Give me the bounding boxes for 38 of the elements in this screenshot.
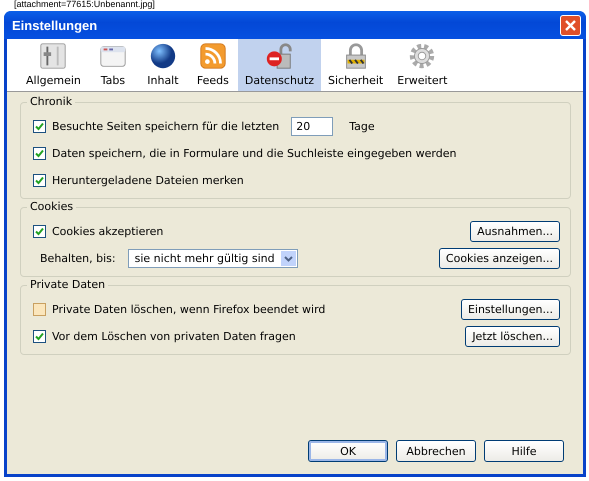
checkbox-label: Cookies akzeptieren: [52, 225, 164, 238]
checkbox-label: Vor dem Löschen von privaten Daten fragen: [52, 330, 296, 343]
checkbox[interactable]: [33, 303, 46, 316]
dialog-button[interactable]: Cookies anzeigen...: [438, 248, 560, 269]
group-title: Cookies: [27, 200, 76, 213]
toolbar-tab[interactable]: Erweitert: [390, 39, 454, 91]
checkbox[interactable]: [33, 330, 46, 343]
dialog-button[interactable]: Einstellungen...: [460, 299, 560, 320]
toolbar-tab[interactable]: Datenschutz: [238, 39, 321, 91]
group-title: Private Daten: [27, 278, 108, 291]
toolbar-tab[interactable]: Sicherheit: [320, 39, 390, 91]
chevron-down-icon: [284, 256, 293, 262]
toolbar-tab[interactable]: Tabs: [88, 39, 138, 91]
checkbox[interactable]: [33, 225, 46, 238]
dialog-button[interactable]: OK: [308, 440, 388, 462]
close-button[interactable]: [560, 14, 581, 36]
dialog-button[interactable]: Ausnahmen...: [470, 221, 560, 242]
checkbox[interactable]: [33, 174, 46, 187]
unit-label: Tage: [349, 120, 375, 133]
checkbox-label: Private Daten löschen, wenn Firefox beendet wird: [52, 303, 326, 316]
dropdown[interactable]: sie nicht mehr gültig sind: [128, 249, 298, 268]
background-text: [attachment=77615:Unbenannt.jpg]: [14, 0, 155, 10]
field-label: Behalten, bis:: [40, 252, 116, 265]
toolbar-tab[interactable]: Allgemein: [19, 39, 88, 91]
group-title: Chronik: [27, 95, 76, 108]
checkbox-label: Besuchte Seiten speichern für die letzten: [52, 120, 280, 133]
dialog-button[interactable]: Abbrechen: [396, 440, 476, 462]
checkbox[interactable]: [33, 147, 46, 160]
dialog-button[interactable]: Jetzt löschen...: [465, 326, 560, 347]
checkbox-label: Heruntergeladene Dateien merken: [52, 174, 244, 187]
toolbar-tab[interactable]: Inhalt: [138, 39, 188, 91]
window-title: Einstellungen: [12, 18, 98, 32]
toolbar-tab[interactable]: Feeds: [188, 39, 238, 91]
dialog-button[interactable]: Hilfe: [484, 440, 564, 462]
checkbox[interactable]: [33, 120, 46, 133]
close-icon: [564, 18, 577, 32]
number-field[interactable]: 20: [291, 117, 334, 136]
checkbox-label: Daten speichern, die in Formulare und die Suchleiste eingegeben werden: [52, 147, 456, 160]
